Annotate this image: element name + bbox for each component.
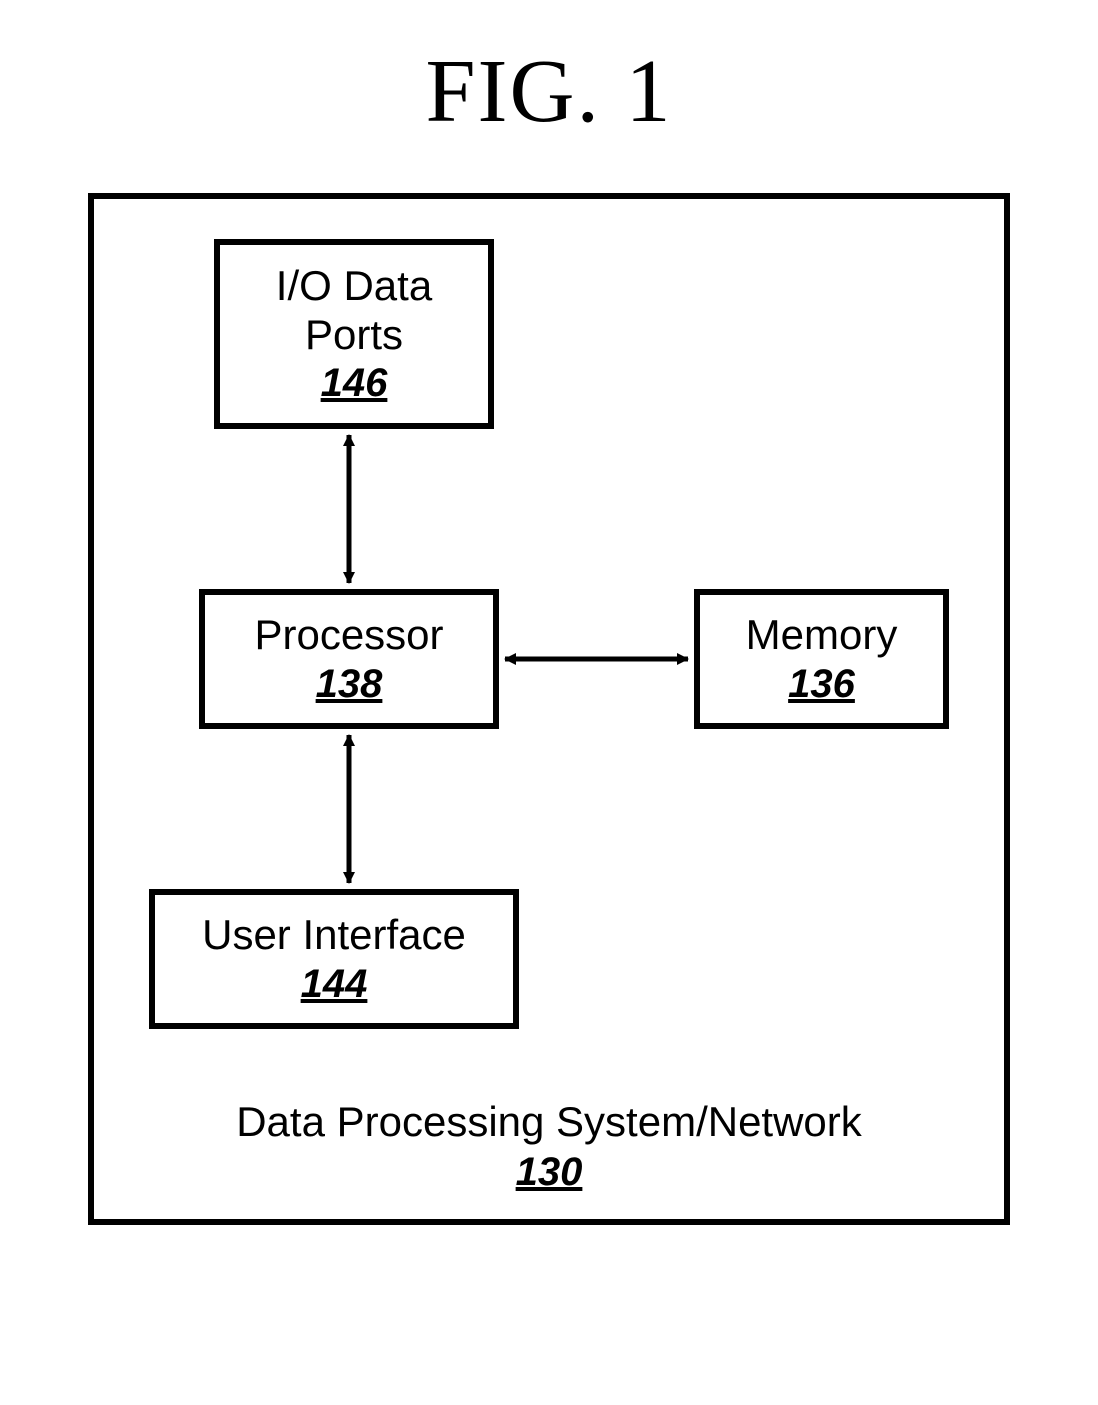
block-processor: Processor 138 — [199, 589, 499, 729]
system-container: I/O Data Ports 146 Processor 138 Memory … — [88, 193, 1010, 1225]
container-ref: 130 — [94, 1150, 1004, 1195]
block-label: I/O Data Ports — [276, 262, 432, 359]
block-ref: 136 — [788, 662, 855, 707]
figure: FIG. 1 I/O Data Ports 146 Processor 138 … — [20, 40, 1078, 1225]
block-label: Processor — [254, 611, 443, 659]
container-caption: Data Processing System/Network 130 — [94, 1098, 1004, 1195]
block-io-data-ports: I/O Data Ports 146 — [214, 239, 494, 429]
container-label: Data Processing System/Network — [236, 1098, 862, 1145]
figure-title: FIG. 1 — [20, 40, 1078, 143]
block-ref: 144 — [301, 962, 368, 1007]
block-ref: 146 — [321, 361, 388, 406]
block-ref: 138 — [316, 662, 383, 707]
block-user-interface: User Interface 144 — [149, 889, 519, 1029]
block-label: Memory — [746, 611, 898, 659]
block-label: User Interface — [202, 911, 466, 959]
block-memory: Memory 136 — [694, 589, 949, 729]
